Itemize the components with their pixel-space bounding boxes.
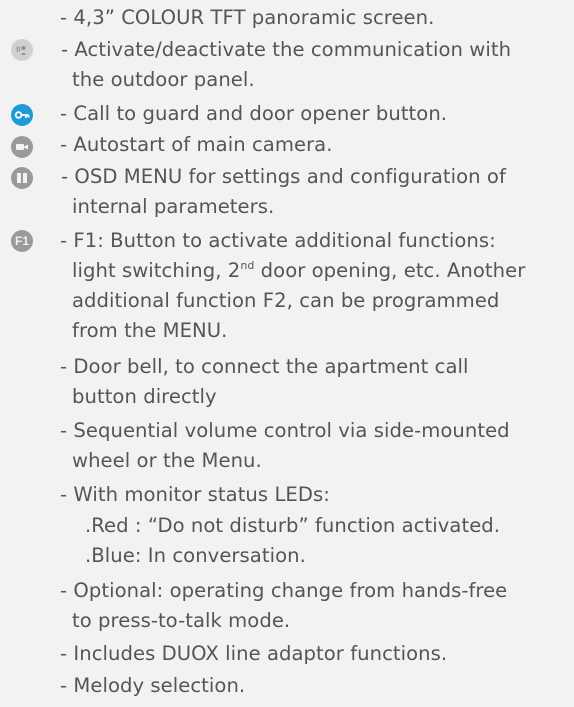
feature-optional-text: - Optional: operating change from hands-… [60, 579, 508, 602]
feature-menu-text: - OSD MENU for settings and configuratio… [61, 165, 506, 188]
feature-volume-text: - Sequential volume control via side-mou… [60, 419, 510, 442]
feature-f1-text-cont: additional function F2, can be programme… [72, 289, 500, 312]
f1-icon: F1 [11, 230, 33, 252]
feature-duox-text: - Includes DUOX line adaptor functions. [60, 642, 448, 665]
feature-doorbell-text-cont: button directly [72, 385, 217, 408]
camera-icon [11, 136, 33, 158]
feature-volume-text-cont: wheel or the Menu. [72, 449, 262, 472]
feature-camera-text: - Autostart of main camera. [60, 133, 333, 156]
feature-leds-red: .Red : “Do not disturb” function activat… [85, 514, 501, 537]
feature-melody-text: - Melody selection. [60, 674, 246, 697]
feature-f1-text-cont: light switching, 2nd door opening, etc. … [72, 259, 526, 282]
feature-doorbell-text: - Door bell, to connect the apartment ca… [60, 355, 469, 378]
feature-f1-text: - F1: Button to activate additional func… [60, 229, 496, 252]
feature-f1-text-cont: from the MENU. [72, 319, 228, 342]
feature-screen-text: - 4,3” COLOUR TFT panoramic screen. [60, 6, 435, 29]
feature-talk-text: - Activate/deactivate the communication … [61, 38, 512, 61]
feature-guard-text: - Call to guard and door opener button. [60, 102, 448, 125]
talk-icon [11, 39, 33, 61]
feature-leds-blue: .Blue: In conversation. [85, 544, 306, 567]
feature-menu-text-cont: internal parameters. [72, 195, 275, 218]
feature-leds-text: - With monitor status LEDs: [60, 483, 330, 506]
key-icon [11, 104, 33, 126]
menu-icon [11, 167, 33, 189]
feature-optional-text-cont: to press-to-talk mode. [72, 609, 291, 632]
feature-talk-text-cont: the outdoor panel. [72, 68, 255, 91]
